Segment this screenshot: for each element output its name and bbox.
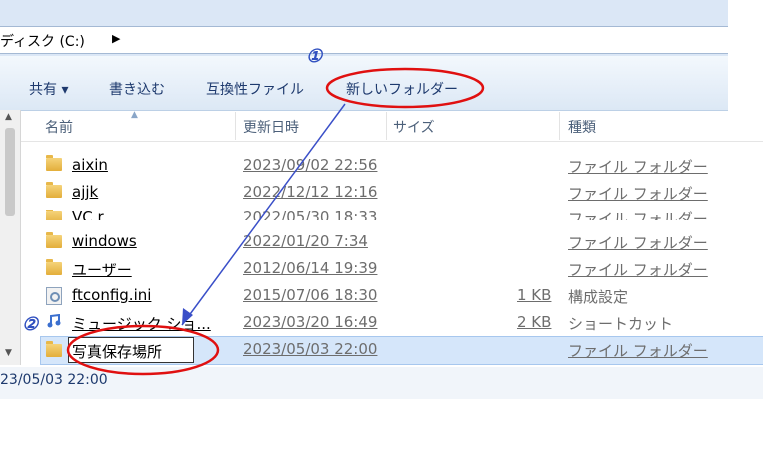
row-date: 2023/05/03 22:00 bbox=[243, 340, 378, 358]
row-size: 1 KB bbox=[517, 286, 552, 304]
row-date: 2023/09/02 22:56 bbox=[243, 156, 378, 174]
column-divider[interactable] bbox=[386, 112, 387, 140]
row-type: ショートカット bbox=[568, 315, 674, 333]
folder-icon bbox=[46, 232, 62, 248]
column-header-type[interactable]: 種類 bbox=[568, 117, 596, 137]
column-header-date[interactable]: 更新日時 bbox=[243, 117, 299, 137]
share-button[interactable]: 共有 ▾ bbox=[29, 79, 68, 99]
new-folder-button[interactable]: 新しいフォルダー bbox=[346, 79, 458, 99]
row-name[interactable]: windows bbox=[72, 232, 137, 250]
address-path[interactable]: ディスク (C:) bbox=[0, 31, 85, 51]
address-field[interactable] bbox=[0, 26, 728, 54]
row-name[interactable]: aixin bbox=[72, 156, 108, 174]
row-type: ファイル フォルダー bbox=[568, 210, 708, 220]
row-type: ファイル フォルダー bbox=[568, 234, 708, 252]
row-date: 2012/06/14 19:39 bbox=[243, 259, 378, 277]
row-type: ファイル フォルダー bbox=[568, 158, 708, 176]
step-one-marker: ① bbox=[306, 46, 323, 67]
column-divider[interactable] bbox=[235, 112, 236, 140]
row-type: ファイル フォルダー bbox=[568, 261, 708, 279]
row-date: 2022/05/30 18:33 bbox=[243, 210, 378, 220]
status-bar bbox=[0, 367, 763, 399]
row-name[interactable]: VC r bbox=[72, 210, 104, 220]
clipped-row: VC r 2022/05/30 18:33 ファイル フォルダー bbox=[40, 210, 760, 220]
row-date: 2022/01/20 7:34 bbox=[243, 232, 368, 250]
step-two-marker: ② bbox=[22, 314, 39, 335]
locked-folder-icon bbox=[46, 155, 62, 171]
folder-icon bbox=[46, 210, 62, 220]
scroll-up-icon[interactable]: ▲ bbox=[5, 112, 12, 122]
sort-ascending-icon: ▲ bbox=[131, 110, 138, 120]
row-size: 2 KB bbox=[517, 313, 552, 331]
folder-icon bbox=[46, 182, 62, 198]
row-type: ファイル フォルダー bbox=[568, 185, 708, 203]
row-date: 2022/12/12 12:16 bbox=[243, 183, 378, 201]
row-type: 構成設定 bbox=[568, 288, 629, 306]
rename-input-value[interactable]: 写真保存場所 bbox=[72, 341, 162, 362]
row-name[interactable]: ajjk bbox=[72, 183, 98, 201]
column-divider[interactable] bbox=[559, 112, 560, 140]
scroll-down-icon[interactable]: ▼ bbox=[5, 348, 12, 358]
music-shortcut-icon bbox=[47, 313, 61, 328]
column-header-size[interactable]: サイズ bbox=[393, 117, 435, 137]
settings-file-icon bbox=[46, 287, 62, 305]
row-name[interactable]: ミュージック ショ... bbox=[72, 313, 211, 334]
row-date: 2015/07/06 18:30 bbox=[243, 286, 378, 304]
column-header-name[interactable]: 名前 bbox=[45, 117, 73, 137]
status-modified-date: 23/05/03 22:00 bbox=[0, 372, 108, 388]
row-type: ファイル フォルダー bbox=[568, 342, 708, 360]
row-name[interactable]: ユーザー bbox=[72, 259, 132, 280]
burn-button[interactable]: 書き込む bbox=[109, 79, 165, 99]
scrollbar-thumb[interactable] bbox=[5, 128, 15, 216]
folder-icon bbox=[46, 259, 62, 275]
row-date: 2023/03/20 16:49 bbox=[243, 313, 378, 331]
chevron-right-icon[interactable]: ▶ bbox=[112, 32, 120, 45]
compat-files-button[interactable]: 互換性ファイル bbox=[206, 79, 304, 99]
folder-icon bbox=[46, 341, 62, 357]
row-name[interactable]: ftconfig.ini bbox=[72, 286, 151, 304]
